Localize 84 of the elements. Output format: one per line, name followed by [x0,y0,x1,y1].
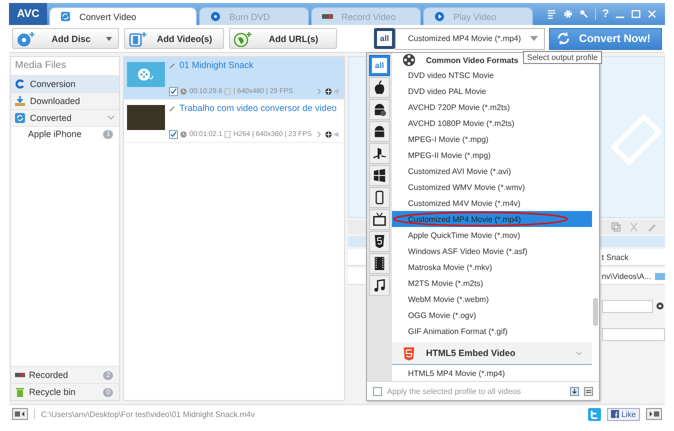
subtitle-icon[interactable] [324,131,332,138]
caret-icon [106,36,112,40]
checkbox[interactable] [373,386,382,396]
refresh-icon [15,113,25,123]
layout-toggle-button[interactable] [12,408,28,420]
category-button[interactable] [369,99,390,120]
refresh-icon [556,31,571,46]
sidebar-item[interactable]: Recorded [29,370,100,380]
record-icon [322,11,334,22]
group-header[interactable]: HTML5 Embed Video [392,342,592,365]
playstation-icon [372,146,387,161]
panel-icon [648,410,660,418]
tv-icon [372,212,387,227]
disc-icon [210,11,222,22]
category-button[interactable]: all [369,55,390,76]
import-icon[interactable] [570,386,579,396]
chevron-down-icon [107,115,116,121]
dropdown-field[interactable] [602,328,665,340]
category-button[interactable] [369,187,390,208]
disc-add-icon [16,30,36,46]
video-thumbnail-icon [127,62,166,87]
tab[interactable]: Convert Video [49,7,198,25]
play-icon [434,11,446,22]
like-button[interactable]: Like [607,408,640,420]
sidebar-item[interactable]: Converted [11,110,120,127]
android-icon [372,102,387,117]
property-value: t Snack [602,252,628,262]
profile-category-button[interactable]: all [374,28,395,49]
toolbar-button[interactable]: Add Disc [12,28,119,49]
category-button[interactable] [369,121,390,142]
category-button[interactable] [369,231,390,252]
panel-icon [14,410,26,418]
bird-icon[interactable] [588,408,602,420]
scrollbar-thumb[interactable] [593,298,598,326]
html5-icon [402,344,416,362]
apple-icon [372,80,387,95]
toolbar-button[interactable]: Add Video(s) [124,28,224,49]
android-icon [372,124,387,139]
category-button[interactable] [369,253,390,274]
key-icon[interactable] [579,9,590,19]
f-logo-icon [611,410,620,418]
file-title: 01 Midnight Snack [179,60,254,70]
refresh-icon [15,79,25,89]
file-path: C:\Users\anv\Desktop\For test\video\01 Midnight Snack.m4v [41,410,255,418]
property-value: nv\Videos\A... [602,272,651,280]
download-icon [15,96,25,106]
category-button[interactable] [369,165,390,186]
caret-icon [530,36,538,41]
pencil-icon [169,62,176,68]
sidebar-item[interactable]: Recycle bin [29,387,100,397]
clock-icon [180,88,188,95]
refresh-icon [60,11,72,22]
toolbar-button[interactable]: Add URL(s) [229,28,337,49]
app-logo: AVC [9,3,48,25]
format-item[interactable]: Customized MP4 Movie (*.mp4) [392,211,592,227]
maximize-icon[interactable] [631,9,641,19]
photo-placeholder [127,105,166,130]
tooltip: Select output profile [523,51,602,64]
list-icon[interactable] [547,9,558,19]
category-button[interactable] [369,77,390,98]
category-button[interactable] [369,143,390,164]
film-add-icon [128,30,148,46]
checkbox[interactable] [169,130,178,139]
globe-add-icon [233,30,253,46]
checkbox[interactable] [169,87,178,96]
clock-icon [180,131,188,138]
html5-icon [372,234,387,249]
sidebar-item[interactable]: Conversion [11,76,120,93]
file-title: Trabalho com video conversor de video [179,103,337,113]
profile-select[interactable]: Customized MP4 Movie (*.mp4) [395,28,545,50]
export-icon[interactable] [584,386,593,396]
category-button[interactable] [369,275,390,296]
trash-icon [15,387,25,397]
record-icon [15,370,25,380]
category-button[interactable] [369,209,390,230]
close-icon[interactable] [647,9,657,19]
checkbox-label: Apply the selected profile to all videos [387,386,521,396]
windows-icon [372,168,387,183]
music-note-icon [372,278,387,293]
dropdown-field[interactable] [602,300,653,312]
subtitle-icon[interactable] [324,88,332,95]
layout-toggle-button[interactable] [646,408,662,420]
sidebar-item[interactable]: Downloaded [11,93,120,110]
pencil-icon [169,104,176,112]
